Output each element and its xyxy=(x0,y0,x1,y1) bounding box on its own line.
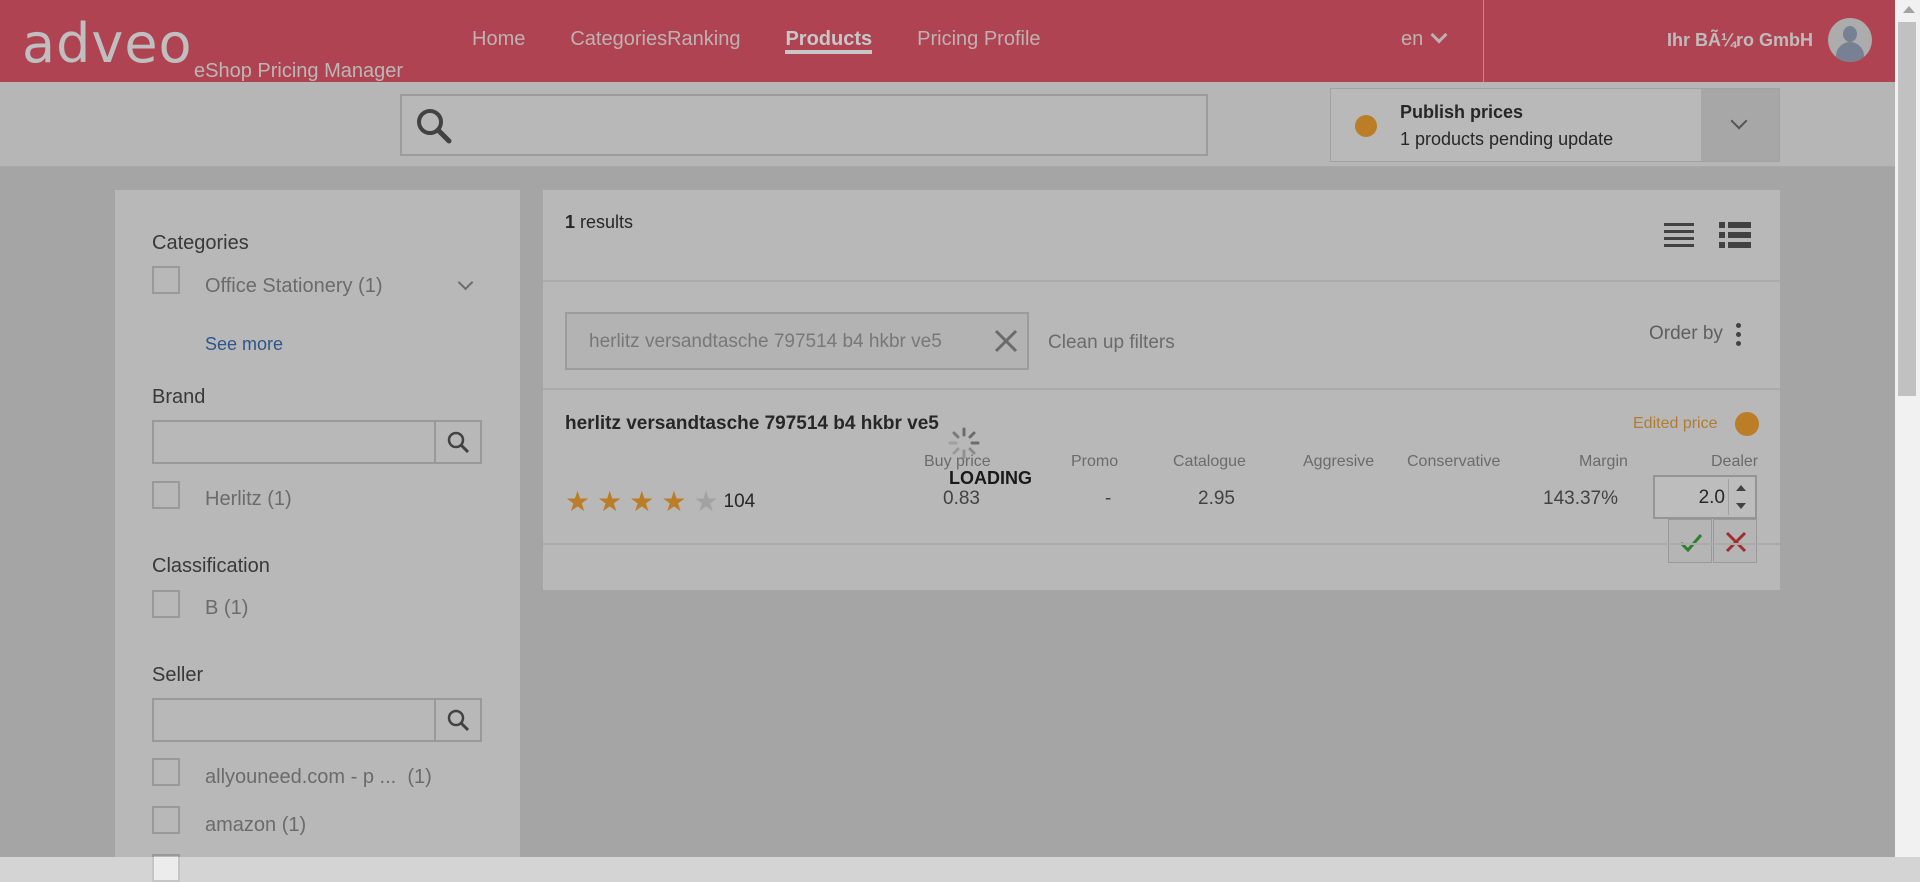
column-margin: Margin xyxy=(1579,453,1628,470)
nav-categories-ranking[interactable]: CategoriesRanking xyxy=(570,0,740,54)
classification-label: B (1) xyxy=(205,597,249,619)
compact-list-view-icon[interactable] xyxy=(1662,220,1696,250)
category-checkbox[interactable] xyxy=(152,266,180,294)
star-filled-icon: ★ xyxy=(565,486,591,517)
language-label: en xyxy=(1401,28,1424,50)
search-filter-chip[interactable]: herlitz versandtasche 797514 b4 hkbr ve5 xyxy=(565,312,1029,370)
avatar[interactable] xyxy=(1828,18,1872,62)
close-icon[interactable] xyxy=(993,328,1019,354)
search-icon xyxy=(447,431,470,454)
star-filled-icon: ★ xyxy=(597,486,623,517)
chevron-down-icon[interactable] xyxy=(457,274,474,291)
filters-sidebar: Categories Office Stationery (1) See mor… xyxy=(115,190,520,882)
nav-divider xyxy=(1483,0,1484,82)
rating-stars: ★ ★ ★ ★ ★ 104 xyxy=(565,488,755,516)
order-by-label[interactable]: Order by xyxy=(1649,323,1723,345)
confirm-price-button[interactable] xyxy=(1668,519,1712,563)
check-icon xyxy=(1679,534,1703,553)
star-filled-icon: ★ xyxy=(629,486,655,517)
chevron-down-icon xyxy=(1730,112,1748,130)
top-navbar: adveo eShop Pricing Manager Home Categor… xyxy=(0,0,1895,82)
nav-products[interactable]: Products xyxy=(785,0,872,54)
divider xyxy=(543,543,1780,545)
user-name[interactable]: Ihr BÃ¼ro GmbH xyxy=(1667,30,1813,51)
search-icon xyxy=(447,709,470,732)
catalogue-value: 2.95 xyxy=(1198,488,1235,509)
dealer-price-value: 2.0 xyxy=(1698,487,1725,508)
star-filled-icon: ★ xyxy=(661,486,687,517)
buy-price-value: 0.83 xyxy=(943,488,980,509)
publish-prices-panel[interactable]: Publish prices 1 products pending update xyxy=(1330,88,1780,162)
main-nav: Home CategoriesRanking Products Pricing … xyxy=(472,0,1086,82)
cancel-price-button[interactable] xyxy=(1713,519,1757,563)
seller-checkbox[interactable] xyxy=(152,758,180,786)
see-more-link[interactable]: See more xyxy=(205,334,283,355)
loading-spinner-icon xyxy=(948,427,980,459)
results-panel: 1 results herlitz versandtasche 797514 b… xyxy=(543,190,1780,590)
scrollbar-thumb[interactable] xyxy=(1898,22,1916,396)
category-label: Office Stationery (1) xyxy=(205,275,383,297)
seller-heading: Seller xyxy=(152,664,204,686)
publish-title: Publish prices xyxy=(1400,102,1524,122)
publish-dropdown-button[interactable] xyxy=(1701,89,1779,161)
edited-status-dot xyxy=(1735,412,1759,436)
brand-search-button[interactable] xyxy=(434,422,480,462)
brand-label: Herlitz (1) xyxy=(205,488,292,510)
classification-checkbox[interactable] xyxy=(152,590,180,618)
promo-value: - xyxy=(1105,488,1112,509)
dealer-price-input[interactable]: 2.0 xyxy=(1653,475,1757,519)
publish-pending-count: 1 products pending update xyxy=(1400,129,1614,149)
column-conservative: Conservative xyxy=(1407,453,1501,470)
search-icon xyxy=(417,109,452,144)
nav-home[interactable]: Home xyxy=(472,0,525,54)
pending-status-dot xyxy=(1355,115,1377,137)
categories-heading: Categories xyxy=(152,232,249,254)
chevron-down-icon xyxy=(1430,26,1448,44)
stepper-down-icon[interactable] xyxy=(1736,503,1746,509)
language-selector[interactable]: en xyxy=(1401,26,1448,51)
user-icon xyxy=(1843,26,1857,42)
product-name[interactable]: herlitz versandtasche 797514 b4 hkbr ve5 xyxy=(565,413,939,435)
scroll-up-icon[interactable] xyxy=(1903,6,1915,13)
seller-label: allyouneed.com - p ... (1) xyxy=(205,766,432,788)
detailed-list-view-icon[interactable] xyxy=(1718,220,1752,250)
clean-up-filters-link[interactable]: Clean up filters xyxy=(1048,332,1175,354)
nav-pricing-profile[interactable]: Pricing Profile xyxy=(917,0,1040,54)
seller-checkbox[interactable] xyxy=(152,806,180,834)
brand-heading: Brand xyxy=(152,386,206,408)
seller-label: amazon (1) xyxy=(205,814,307,836)
divider xyxy=(543,280,1780,282)
column-dealer: Dealer xyxy=(1711,453,1759,470)
close-icon xyxy=(1725,531,1747,553)
brand-search-input[interactable] xyxy=(152,420,482,464)
app-subtitle: eShop Pricing Manager xyxy=(194,60,404,82)
seller-checkbox[interactable] xyxy=(152,854,180,882)
divider xyxy=(543,388,1780,390)
column-catalogue: Catalogue xyxy=(1173,453,1246,470)
search-input[interactable] xyxy=(400,94,1208,156)
loading-text: LOADING xyxy=(949,468,1032,488)
star-empty-icon: ★ xyxy=(693,486,719,517)
review-count: 104 xyxy=(723,491,756,512)
seller-search-button[interactable] xyxy=(434,700,480,740)
filter-chip-text: herlitz versandtasche 797514 b4 hkbr ve5 xyxy=(589,331,942,352)
adveo-logo[interactable]: adveo xyxy=(22,12,193,75)
column-aggresive: Aggresive xyxy=(1303,453,1375,470)
price-stepper[interactable] xyxy=(1728,479,1753,515)
classification-heading: Classification xyxy=(152,555,270,577)
column-promo: Promo xyxy=(1071,453,1119,470)
margin-value: 143.37% xyxy=(1543,488,1619,509)
results-count: 1 results xyxy=(565,212,634,232)
more-options-icon[interactable] xyxy=(1736,323,1741,350)
view-toggle xyxy=(1662,220,1752,255)
edited-price-label: Edited price xyxy=(1633,415,1718,432)
stepper-up-icon[interactable] xyxy=(1736,485,1746,491)
brand-checkbox[interactable] xyxy=(152,481,180,509)
seller-search-input[interactable] xyxy=(152,698,482,742)
